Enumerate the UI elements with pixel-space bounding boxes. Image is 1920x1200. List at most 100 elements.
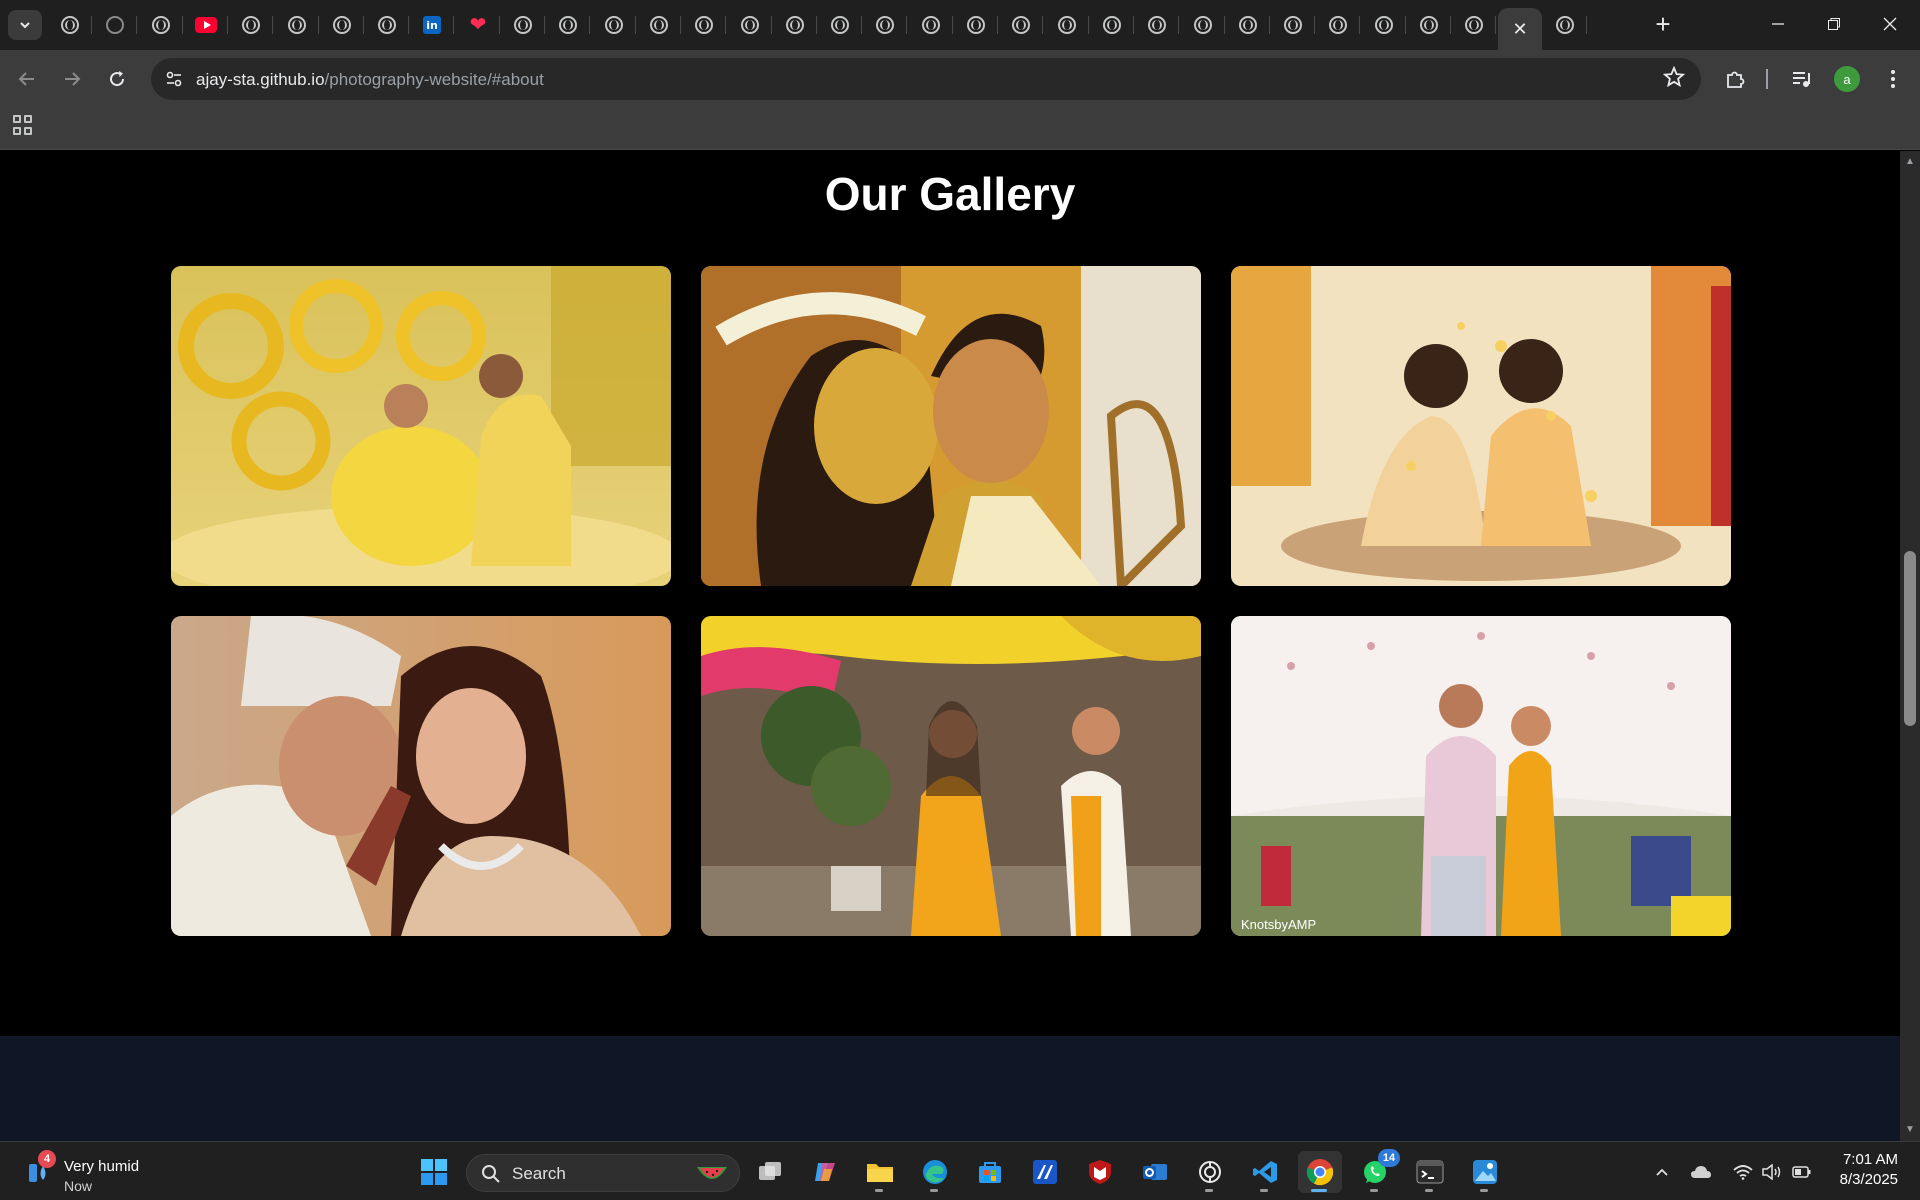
extensions-button[interactable] xyxy=(1720,64,1750,94)
browser-tab[interactable] xyxy=(1045,8,1089,42)
chrome-button[interactable] xyxy=(1298,1151,1342,1193)
browser-tab[interactable] xyxy=(1407,8,1451,42)
browser-tab[interactable] xyxy=(501,8,545,42)
tab-search-button[interactable] xyxy=(8,10,42,40)
tab-separator xyxy=(453,16,454,34)
show-hidden-icons-button[interactable] xyxy=(1654,1160,1670,1184)
site-info-button[interactable] xyxy=(161,66,187,92)
vscode-button[interactable] xyxy=(1243,1151,1287,1193)
browser-tab[interactable] xyxy=(546,8,590,42)
minimize-icon xyxy=(1772,23,1784,25)
restore-button[interactable] xyxy=(1806,0,1862,48)
browser-tab[interactable]: ❤ xyxy=(456,8,500,42)
gallery-photo-2 xyxy=(701,266,1201,586)
tab-separator xyxy=(680,16,681,34)
browser-tab[interactable] xyxy=(1452,8,1496,42)
browser-tab[interactable] xyxy=(1543,8,1587,42)
start-button[interactable] xyxy=(412,1151,456,1193)
browser-tab[interactable] xyxy=(275,8,319,42)
browser-tab[interactable] xyxy=(863,8,907,42)
forward-button[interactable] xyxy=(57,64,87,94)
new-tab-button[interactable]: + xyxy=(1648,10,1678,40)
apps-grid-icon[interactable] xyxy=(13,115,33,135)
minimize-button[interactable] xyxy=(1750,0,1806,48)
taskbar-search[interactable]: Search xyxy=(466,1154,740,1192)
browser-tab[interactable] xyxy=(320,8,364,42)
bookmark-star-button[interactable] xyxy=(1662,65,1686,94)
url-text[interactable]: ajay-sta.github.io/photography-website/#… xyxy=(196,70,544,90)
terminal-button[interactable] xyxy=(1408,1151,1452,1193)
browser-tab[interactable] xyxy=(48,8,92,42)
page-scrollbar[interactable]: ▲ ▼ xyxy=(1900,151,1920,1141)
browser-tab[interactable]: in xyxy=(410,8,454,42)
browser-tab[interactable] xyxy=(818,8,862,42)
browser-tab[interactable] xyxy=(139,8,183,42)
photos-button[interactable] xyxy=(1463,1151,1507,1193)
browser-tab[interactable] xyxy=(184,8,228,42)
browser-tab[interactable]: ✕ xyxy=(1498,8,1542,50)
arrow-left-icon xyxy=(18,72,34,86)
chatgpt-button[interactable] xyxy=(1188,1151,1232,1193)
browser-tab[interactable] xyxy=(1181,8,1225,42)
shield-icon xyxy=(1089,1160,1111,1184)
clock-date: 8/3/2025 xyxy=(1839,1171,1898,1188)
photo-wedding-portrait xyxy=(171,616,671,936)
browser-tab[interactable] xyxy=(1271,8,1315,42)
browser-tab[interactable] xyxy=(1362,8,1406,42)
browser-tab[interactable] xyxy=(1090,8,1134,42)
search-icon xyxy=(482,1165,500,1183)
mcafee-button[interactable] xyxy=(1078,1151,1122,1193)
tab-separator xyxy=(1042,16,1043,34)
globe-icon xyxy=(333,16,351,34)
wifi-icon xyxy=(1733,1165,1753,1180)
tab-separator xyxy=(363,16,364,34)
browser-tab[interactable] xyxy=(1135,8,1179,42)
browser-menu-button[interactable] xyxy=(1878,64,1908,94)
media-control-button[interactable] xyxy=(1787,64,1817,94)
browser-tab[interactable] xyxy=(93,8,137,42)
photo-watermark: KnotsbyAMP xyxy=(1241,917,1316,932)
browser-tab[interactable] xyxy=(773,8,817,42)
store-button[interactable] xyxy=(968,1151,1012,1193)
outlook-button[interactable] xyxy=(1133,1151,1177,1193)
browser-tab[interactable] xyxy=(637,8,681,42)
wifi-button[interactable] xyxy=(1733,1160,1753,1184)
address-bar[interactable]: ajay-sta.github.io/photography-website/#… xyxy=(151,58,1701,100)
browser-tab[interactable] xyxy=(682,8,726,42)
browser-tab[interactable] xyxy=(909,8,953,42)
globe-icon xyxy=(242,16,260,34)
globe-icon xyxy=(1465,16,1483,34)
tab-separator xyxy=(725,16,726,34)
onedrive-button[interactable] xyxy=(1690,1160,1712,1184)
browser-tab[interactable] xyxy=(728,8,772,42)
next-section xyxy=(0,1036,1900,1141)
profile-avatar[interactable]: a xyxy=(1834,66,1860,92)
back-button[interactable] xyxy=(12,64,42,94)
file-explorer-button[interactable] xyxy=(858,1151,902,1193)
copilot-button[interactable] xyxy=(803,1151,847,1193)
tab-separator xyxy=(771,16,772,34)
battery-button[interactable] xyxy=(1792,1160,1812,1184)
browser-tab[interactable] xyxy=(1226,8,1270,42)
heart-icon: ❤ xyxy=(469,14,487,36)
volume-button[interactable] xyxy=(1762,1160,1782,1184)
browser-tab[interactable] xyxy=(592,8,636,42)
scroll-down-icon[interactable]: ▼ xyxy=(1905,1125,1915,1135)
browser-tab[interactable] xyxy=(954,8,998,42)
youtube-icon xyxy=(195,17,217,33)
browser-tab[interactable] xyxy=(1316,8,1360,42)
task-view-button[interactable] xyxy=(748,1151,792,1193)
system-clock[interactable]: 7:01 AM 8/3/2025 xyxy=(1820,1150,1920,1190)
edge-button[interactable] xyxy=(913,1151,957,1193)
browser-tab[interactable] xyxy=(999,8,1043,42)
weather-widget[interactable]: 4 Very humid Now xyxy=(22,1150,222,1194)
close-window-button[interactable] xyxy=(1862,0,1918,48)
app-button-blue[interactable] xyxy=(1023,1151,1067,1193)
browser-tab[interactable] xyxy=(229,8,273,42)
scroll-thumb[interactable] xyxy=(1904,551,1916,726)
reload-button[interactable] xyxy=(102,64,132,94)
scroll-up-icon[interactable]: ▲ xyxy=(1905,157,1915,167)
url-host: ajay-sta.github.io xyxy=(196,70,325,89)
browser-tab[interactable] xyxy=(365,8,409,42)
photo-tent-couple: KnotsbyAMP xyxy=(1231,616,1731,936)
